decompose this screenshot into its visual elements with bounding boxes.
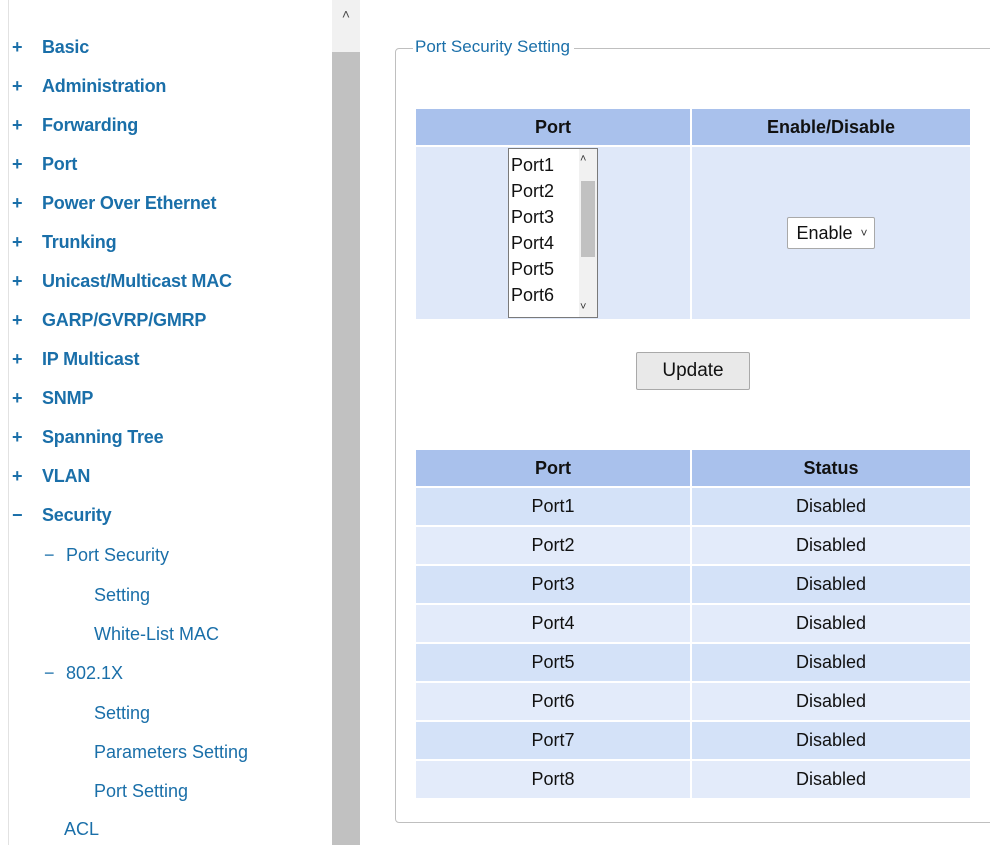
table-row: Port1 Disabled [416,488,970,525]
expand-icon: + [12,310,23,330]
status-cell: Disabled [692,527,970,564]
nav-item-trunking[interactable]: + Trunking [12,232,117,253]
nav-item-802-1x-setting[interactable]: Setting [94,703,150,724]
table-row: Port8 Disabled [416,761,970,798]
nav-item-label: SNMP [42,388,94,408]
nav-item-snmp[interactable]: + SNMP [12,388,93,409]
port-cell: Port2 [416,527,690,564]
nav-item-label: Forwarding [42,115,138,135]
enable-select-cell: Enable ˅ [692,147,970,319]
expand-icon: + [12,154,23,174]
nav-item-label: Basic [42,37,90,57]
table-row: Port7 Disabled [416,722,970,759]
expand-icon: + [12,271,23,291]
expand-icon: + [12,76,23,96]
expand-icon: + [12,427,23,447]
nav-item-port-security-setting[interactable]: Setting [94,585,150,606]
nav-item-label: 802.1X [66,663,124,683]
column-header-status: Status [692,450,970,486]
collapse-icon: − [12,505,23,525]
nav-item-port[interactable]: + Port [12,154,77,175]
scrollbar-thumb[interactable] [581,181,595,257]
sidebar-scrollbar[interactable]: ˄ [332,0,360,845]
nav-item-power-over-ethernet[interactable]: + Power Over Ethernet [12,193,216,214]
nav-item-port-setting[interactable]: Port Setting [94,781,188,802]
nav-item-label: VLAN [42,466,91,486]
table-row: Port2 Disabled [416,527,970,564]
nav-item-port-security[interactable]: − Port Security [44,545,169,566]
status-cell: Disabled [692,722,970,759]
nav-item-white-list-mac[interactable]: White-List MAC [94,624,219,645]
nav-item-ip-multicast[interactable]: + IP Multicast [12,349,139,370]
enable-disable-select[interactable]: Enable ˅ [787,217,875,249]
nav-item-parameters-setting[interactable]: Parameters Setting [94,742,248,763]
collapse-icon: − [44,663,55,683]
nav-item-label: Port [42,154,78,174]
port-select-cell: Port1 Port2 Port3 Port4 Port5 Port6 ˄ ˅ [416,147,690,319]
nav-item-label: Power Over Ethernet [42,193,217,213]
chevron-down-icon[interactable]: ˅ [580,301,586,313]
nav-item-forwarding[interactable]: + Forwarding [12,115,138,136]
port-cell: Port8 [416,761,690,798]
port-status-table: Port Status Port1 Disabled Port2 Disable… [414,448,972,800]
listbox-scrollbar[interactable]: ˄ ˅ [579,149,597,317]
expand-icon: + [12,232,23,252]
collapse-icon: − [44,545,55,565]
expand-icon: + [12,37,23,57]
port-cell: Port6 [416,683,690,720]
nav-item-label: Security [42,505,112,525]
nav-item-label: Spanning Tree [42,427,164,447]
nav-item-802-1x[interactable]: −802.1X [44,663,123,684]
nav-item-label: Unicast/Multicast MAC [42,271,232,291]
nav-item-security[interactable]: − Security [12,505,112,526]
nav-item-acl[interactable]: ACL [64,819,99,840]
port-cell: Port7 [416,722,690,759]
sidebar-nav: + Basic + Administration + Forwarding + Port… [0,0,332,845]
table-row: Port6 Disabled [416,683,970,720]
nav-item-label: IP Multicast [42,349,140,369]
column-header-port: Port [416,450,690,486]
fieldset-legend: Port Security Setting [413,37,574,57]
column-header-port: Port [416,109,690,145]
update-button[interactable]: Update [636,352,750,390]
chevron-up-icon[interactable]: ˄ [580,153,586,165]
table-row: Port4 Disabled [416,605,970,642]
status-cell: Disabled [692,566,970,603]
nav-item-basic[interactable]: + Basic [12,37,89,58]
port-cell: Port3 [416,566,690,603]
port-cell: Port4 [416,605,690,642]
nav-item-garp-gvrp-gmrp[interactable]: + GARP/GVRP/GMRP [12,310,206,331]
status-cell: Disabled [692,605,970,642]
nav-item-administration[interactable]: + Administration [12,76,166,97]
nav-item-label: Trunking [42,232,117,252]
nav-item-spanning-tree[interactable]: + Spanning Tree [12,427,164,448]
expand-icon: + [12,466,23,486]
expand-icon: + [12,388,23,408]
port-cell: Port5 [416,644,690,681]
port-setting-table: Port Enable/Disable Port1 Port2 Port3 Po… [414,107,972,321]
table-row: Port3 Disabled [416,566,970,603]
expand-icon: + [12,115,23,135]
nav-item-label: Administration [42,76,167,96]
column-header-enable-disable: Enable/Disable [692,109,970,145]
table-row: Port5 Disabled [416,644,970,681]
nav-item-unicast-multicast-mac[interactable]: + Unicast/Multicast MAC [12,271,232,292]
status-cell: Disabled [692,683,970,720]
nav-item-label: Port Security [66,545,170,565]
nav-divider [8,0,9,845]
nav-item-vlan[interactable]: + VLAN [12,466,90,487]
port-cell: Port1 [416,488,690,525]
select-value: Enable [796,222,853,243]
expand-icon: + [12,193,23,213]
chevron-up-icon[interactable]: ˄ [338,6,354,22]
port-listbox[interactable]: Port1 Port2 Port3 Port4 Port5 Port6 ˄ ˅ [508,148,598,318]
status-cell: Disabled [692,644,970,681]
scrollbar-thumb[interactable] [332,52,360,845]
nav-item-label: GARP/GVRP/GMRP [42,310,207,330]
chevron-down-icon: ˅ [860,226,868,240]
status-cell: Disabled [692,761,970,798]
status-cell: Disabled [692,488,970,525]
expand-icon: + [12,349,23,369]
